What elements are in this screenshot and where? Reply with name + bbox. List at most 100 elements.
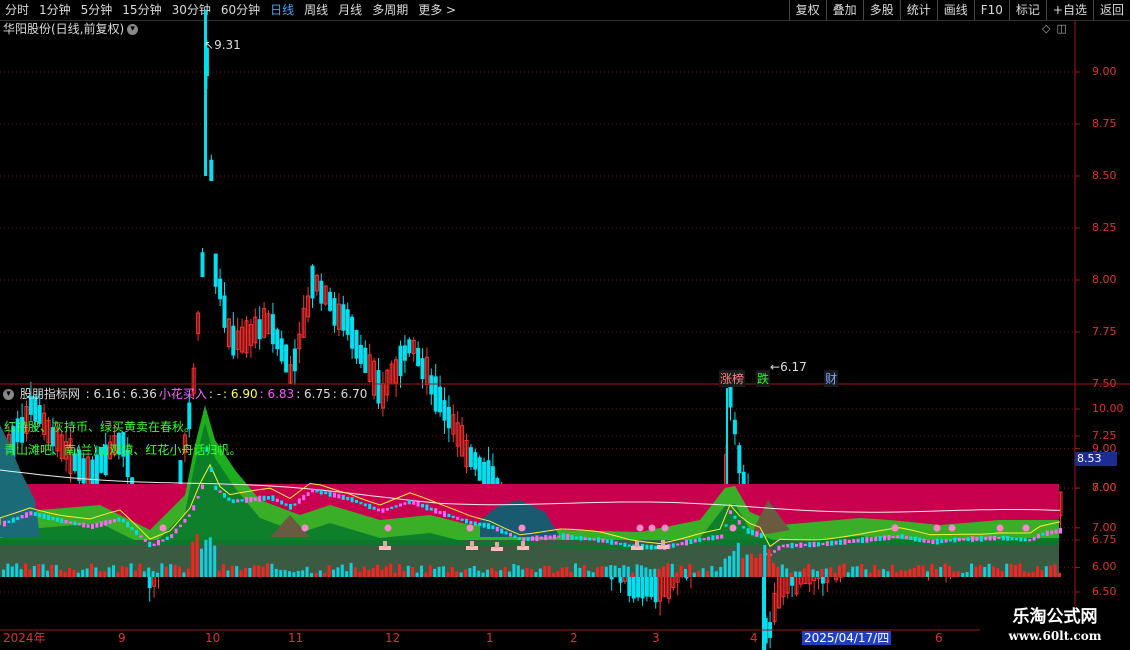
indicator-candle — [790, 542, 794, 549]
price-axis-label: 7.75 — [1092, 325, 1117, 338]
indicator-name[interactable]: 股朋指标网 — [20, 387, 80, 401]
date-axis-label: 2 — [570, 631, 578, 645]
candle-body — [416, 347, 421, 367]
indicator-candle — [209, 467, 213, 472]
volume-bar — [173, 564, 177, 577]
candle-body — [376, 370, 381, 404]
volume-bar — [499, 570, 503, 577]
event-tag[interactable]: 财 — [824, 370, 839, 387]
indicator-candle — [526, 536, 530, 541]
candle-body — [209, 159, 214, 182]
indicator-candle — [121, 518, 125, 523]
price-axis-label: 8.00 — [1092, 273, 1117, 286]
volume-bar — [138, 563, 142, 577]
volume-bar — [464, 569, 467, 577]
indicator-candle — [91, 523, 94, 529]
candle-body — [81, 458, 86, 484]
volume-bar — [323, 572, 327, 577]
candle-body — [354, 330, 359, 359]
indicator-candle — [729, 510, 732, 515]
indicator-candle — [517, 537, 521, 540]
volume-bar — [714, 571, 718, 577]
volume-bar — [1058, 572, 1061, 577]
volume-bar — [160, 563, 164, 577]
volume-bar — [631, 572, 635, 577]
layout-icon[interactable]: ◫ — [1056, 22, 1066, 35]
indicator-candle — [403, 502, 407, 505]
volume-bar — [508, 571, 511, 577]
volume-bar — [816, 571, 819, 577]
volume-bar — [433, 568, 437, 577]
volume-bar — [904, 571, 907, 577]
title-dropdown-icon[interactable]: ▾ — [127, 24, 139, 35]
volume-bar — [648, 569, 652, 577]
indicator-candle — [429, 507, 433, 511]
indicator-candle — [337, 494, 341, 499]
indicator-candle — [333, 492, 336, 498]
volume-bar — [41, 564, 45, 577]
volume-bar — [213, 545, 217, 577]
event-tag[interactable]: 跌 — [756, 370, 771, 387]
indicator-candle — [1028, 538, 1032, 542]
indicator-candle — [711, 535, 715, 541]
indicator-candle — [236, 499, 240, 503]
indicator-candle — [539, 536, 543, 540]
volume-bar — [772, 563, 775, 577]
volume-bar — [728, 555, 731, 577]
indicator-candle — [346, 496, 350, 501]
volume-bar — [688, 564, 692, 577]
indicator-highlight-value: 8.53 — [1075, 452, 1117, 466]
indicator-candle — [605, 539, 609, 544]
indicator-candle — [777, 545, 781, 551]
candle-body — [257, 319, 262, 340]
volume-bar — [94, 567, 98, 577]
volume-bar — [591, 572, 595, 577]
indicator-candle — [883, 535, 886, 541]
candle-body — [200, 252, 205, 278]
indicator-candle — [289, 503, 292, 510]
indicator-candle — [157, 539, 160, 546]
volume-bar — [442, 566, 445, 577]
indicator-candle — [905, 535, 908, 539]
volume-bar — [890, 564, 894, 577]
indicator-candle — [812, 541, 816, 548]
volume-bar — [622, 565, 626, 577]
volume-bar — [846, 572, 850, 577]
candle-body — [319, 280, 324, 304]
volume-bar — [754, 557, 758, 577]
indicator-candle — [896, 535, 900, 539]
indicator-candle — [786, 544, 790, 548]
candle-body — [446, 406, 451, 429]
volume-bar — [794, 571, 797, 577]
event-tag[interactable]: 涨榜 — [719, 370, 746, 387]
volume-bar — [472, 566, 476, 577]
candle-body — [477, 457, 482, 481]
indicator-candle — [799, 542, 803, 548]
indicator-dropdown-icon[interactable]: ▾ — [3, 389, 14, 400]
indicator-candle — [491, 525, 495, 530]
indicator-candle — [649, 544, 653, 550]
indicator-candle — [931, 540, 935, 545]
volume-bar — [798, 571, 802, 577]
indicator-candle — [861, 537, 864, 543]
candle-body — [482, 461, 487, 485]
indicator-candle — [201, 484, 204, 490]
indicator-candle — [575, 536, 578, 540]
indicator-candle — [500, 528, 504, 534]
volume-bar — [340, 564, 344, 577]
date-axis-label: 1 — [486, 631, 494, 645]
volume-bar — [393, 572, 397, 577]
indicator-candle — [130, 527, 134, 530]
indicator-candle — [843, 538, 847, 545]
volume-bar — [437, 566, 441, 577]
diamond-icon[interactable]: ◇ — [1042, 22, 1050, 35]
indicator-candle — [306, 492, 310, 496]
indicator-candle — [456, 516, 460, 520]
volume-bar — [428, 565, 432, 577]
volume-bar — [824, 568, 828, 577]
volume-bar — [776, 566, 780, 577]
volume-bar — [948, 565, 951, 577]
low-arrow-icon: ← — [770, 360, 781, 374]
indicator-candle — [218, 490, 222, 493]
volume-bar — [486, 569, 489, 577]
